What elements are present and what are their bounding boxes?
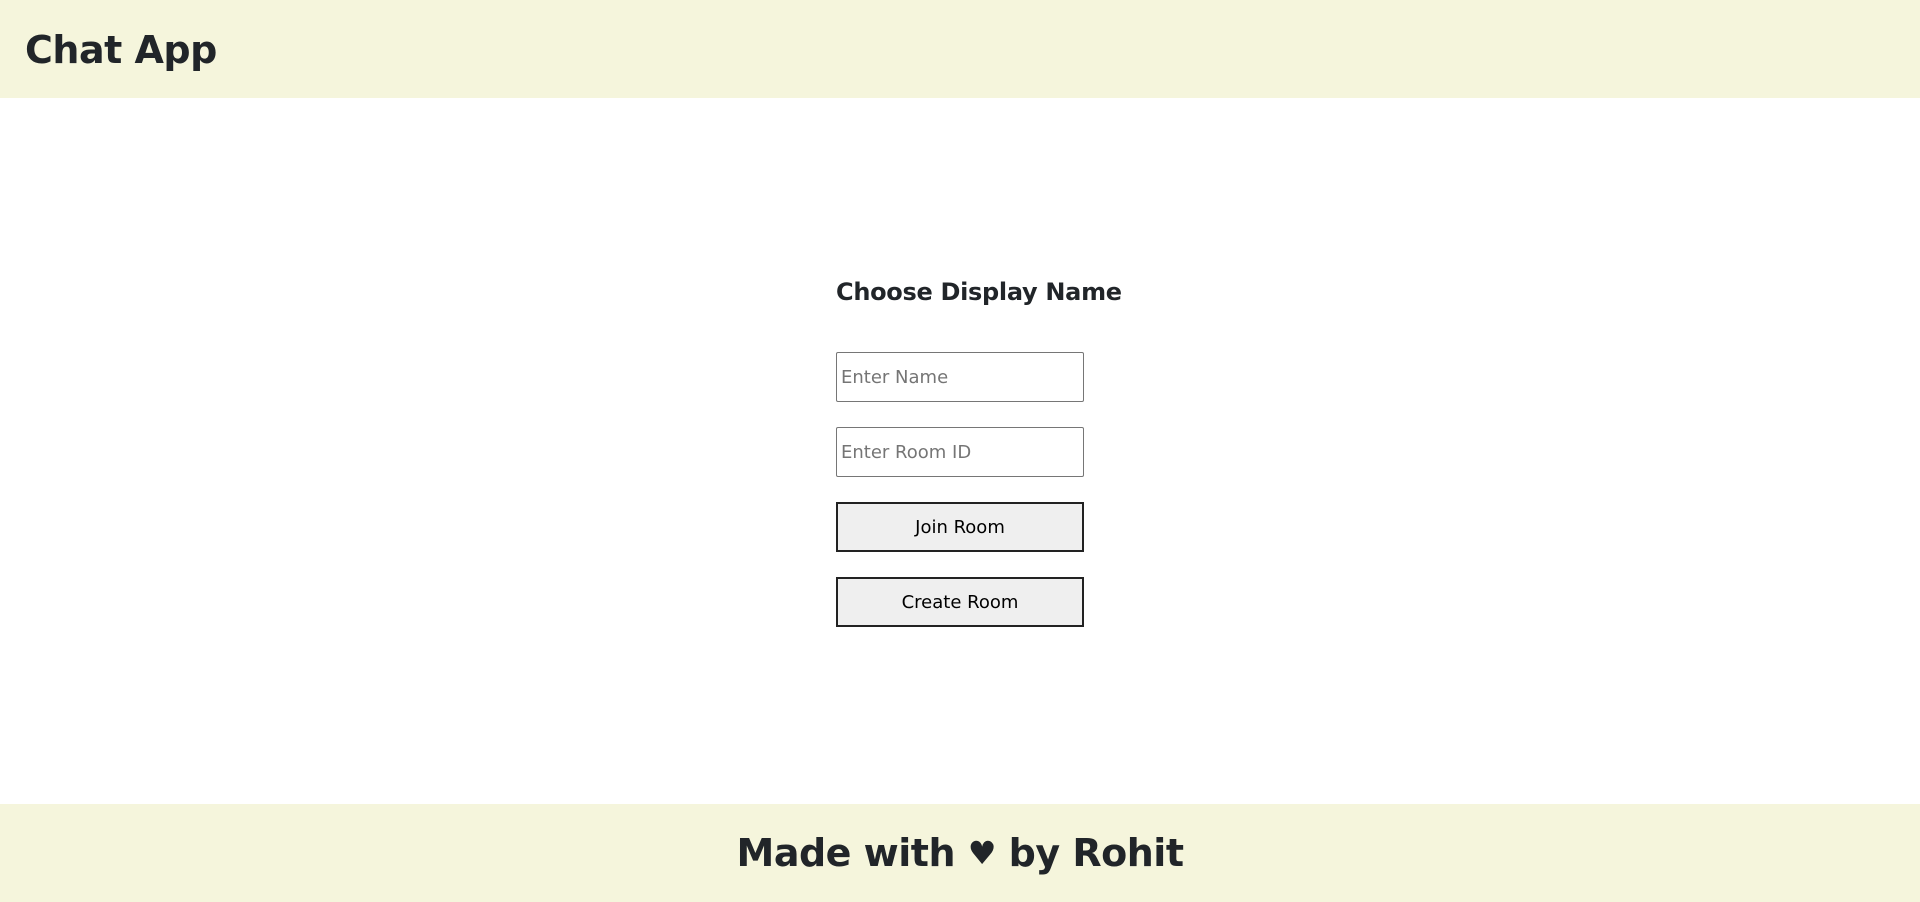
app-title: Chat App bbox=[25, 28, 217, 72]
join-form: Choose Display Name Join Room Create Roo… bbox=[836, 277, 1122, 627]
heart-icon: ♥ bbox=[967, 834, 997, 872]
footer-credit: Made with ♥ by Rohit bbox=[737, 830, 1184, 876]
name-input[interactable] bbox=[836, 352, 1084, 402]
room-id-input[interactable] bbox=[836, 427, 1084, 477]
footer-suffix: by Rohit bbox=[995, 831, 1184, 875]
join-room-button[interactable]: Join Room bbox=[836, 502, 1084, 552]
header: Chat App bbox=[0, 0, 1920, 98]
create-room-button[interactable]: Create Room bbox=[836, 577, 1084, 627]
main-content: Choose Display Name Join Room Create Roo… bbox=[0, 98, 1920, 804]
app: Chat App Choose Display Name Join Room C… bbox=[0, 0, 1920, 902]
form-title: Choose Display Name bbox=[836, 278, 1122, 306]
footer-prefix: Made with bbox=[736, 831, 968, 875]
footer: Made with ♥ by Rohit bbox=[0, 804, 1920, 902]
